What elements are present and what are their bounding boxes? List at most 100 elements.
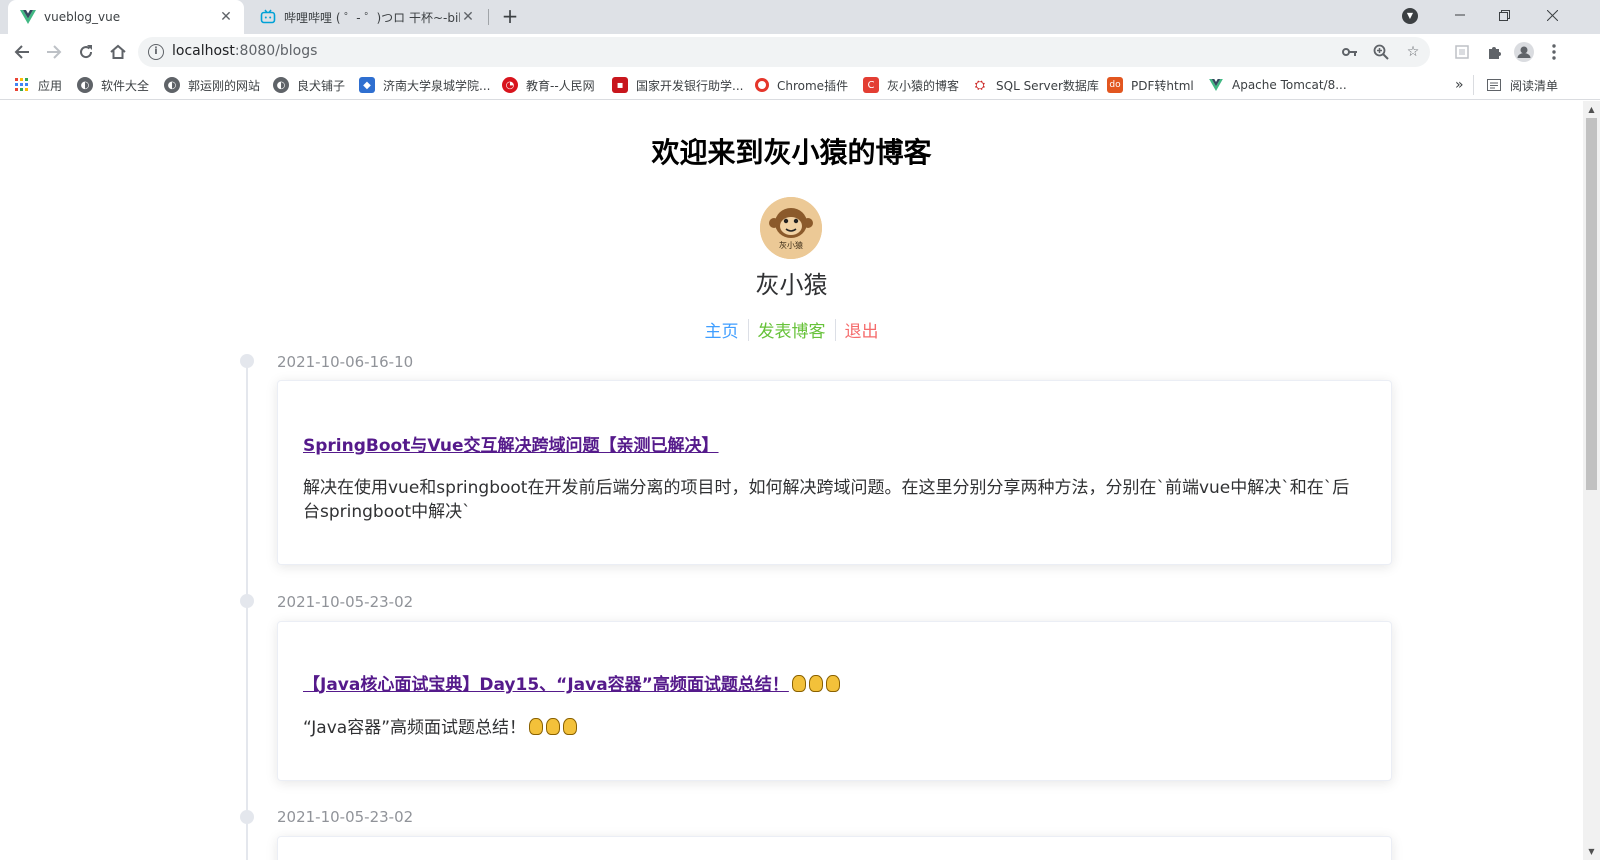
fist-emoji-icon — [808, 675, 823, 692]
bookmark-label: 教育--人民网 — [526, 78, 595, 93]
monkey-avatar-icon: 灰小猿 — [760, 197, 822, 259]
bookmark-label: PDF转html — [1131, 78, 1194, 93]
close-tab-icon[interactable]: ✕ — [218, 9, 234, 25]
restore-icon[interactable] — [1482, 0, 1526, 30]
apps-grid-icon — [14, 77, 30, 93]
tab-vueblog[interactable]: vueblog_vue ✕ — [8, 0, 244, 34]
new-tab-button[interactable]: + — [498, 5, 522, 29]
tab-search-icon[interactable]: ▼ — [1402, 8, 1418, 24]
bookmark-item[interactable]: Apache Tomcat/8... — [1208, 76, 1347, 94]
reading-list-icon — [1486, 77, 1502, 93]
zoom-icon[interactable] — [1372, 43, 1390, 61]
nav-logout-link[interactable]: 退出 — [836, 317, 888, 342]
blog-timestamp: 2021-10-05-23-02 — [277, 593, 414, 611]
tab-bilibili[interactable]: 哔哩哔哩 ( ゜- ゜)つロ 干杯~-bilibili ✕ — [252, 0, 484, 34]
bookmark-divider — [1473, 75, 1474, 95]
main-nav: 主页 发表博客 退出 — [0, 317, 1583, 342]
profile-avatar-icon[interactable] — [1510, 38, 1538, 66]
scroll-down-icon[interactable]: ▼ — [1583, 843, 1600, 860]
globe-icon: ◐ — [273, 77, 289, 93]
bookmarks-bar: 应用 ◐ 软件大全 ◐ 郭运刚的网站 ◐ 良犬铺子 ◆ 济南大学泉城学院... … — [0, 70, 1600, 100]
blog-title-link[interactable]: 【Java核心面试宝典】Day15、“Java容器”高频面试题总结！ — [303, 670, 840, 695]
globe-icon: ◐ — [77, 77, 93, 93]
school-icon: ◆ — [359, 77, 375, 93]
address-bar[interactable]: i localhost:8080/blogs ☆ — [138, 37, 1430, 67]
fist-emoji-icon — [825, 675, 840, 692]
chrome-icon — [755, 78, 769, 92]
bilibili-logo-icon — [260, 9, 276, 25]
bookmark-star-icon[interactable]: ☆ — [1404, 43, 1422, 61]
home-icon[interactable] — [104, 38, 132, 66]
bookmark-item[interactable]: ⛭ SQL Server数据库 — [972, 76, 1099, 94]
vue-icon — [1208, 77, 1224, 93]
bookmark-label: 应用 — [38, 78, 63, 93]
fist-emoji-icon — [529, 718, 544, 735]
more-bookmarks-button[interactable]: » — [1455, 76, 1464, 94]
pdf-icon: do — [1107, 77, 1123, 93]
scroll-up-icon[interactable]: ▲ — [1583, 101, 1600, 118]
close-window-icon[interactable] — [1530, 0, 1574, 30]
bookmark-item[interactable]: C 灰小猿的博客 — [863, 76, 959, 94]
bookmark-item[interactable]: do PDF转html — [1107, 76, 1194, 94]
extension-icon[interactable] — [1448, 38, 1476, 66]
reading-list-button[interactable]: 阅读清单 — [1486, 76, 1558, 94]
timeline-dot — [240, 354, 254, 368]
avatar[interactable]: 灰小猿 — [760, 197, 822, 259]
blog-timestamp: 2021-10-05-23-02 — [277, 808, 414, 826]
extensions-puzzle-icon[interactable] — [1480, 38, 1508, 66]
tab-strip: vueblog_vue ✕ 哔哩哔哩 ( ゜- ゜)つロ 干杯~-bilibil… — [0, 0, 1600, 34]
bookmark-label: 灰小猿的博客 — [887, 78, 960, 93]
browser-toolbar: i localhost:8080/blogs ☆ — [0, 34, 1600, 70]
reload-icon[interactable] — [72, 38, 100, 66]
people-daily-icon: ◔ — [502, 77, 518, 93]
tab-separator — [488, 9, 489, 25]
nav-home-link[interactable]: 主页 — [696, 317, 748, 342]
timeline-dot — [240, 810, 254, 824]
blog-description: “Java容器”高频面试题总结！ — [303, 716, 1366, 740]
bookmark-apps[interactable]: 应用 — [14, 76, 62, 94]
minimize-icon[interactable] — [1438, 0, 1482, 30]
site-info-icon[interactable]: i — [148, 44, 164, 60]
menu-kebab-icon[interactable] — [1540, 38, 1568, 66]
blog-timestamp: 2021-10-06-16-10 — [277, 353, 414, 371]
bookmark-item[interactable]: ◐ 软件大全 — [77, 76, 149, 94]
bookmark-label: 郭运刚的网站 — [188, 78, 261, 93]
blog-card: 【Java核心面试宝典】Day15、“Java容器”高频面试题总结！ “Java… — [277, 621, 1392, 781]
blog-title-text: 【Java核心面试宝典】Day15、“Java容器”高频面试题总结！ — [303, 675, 789, 695]
blog-card: SpringBoot与Vue交互解决跨域问题【亲测已解决】 解决在使用vue和s… — [277, 380, 1392, 565]
bookmark-label: SQL Server数据库 — [996, 78, 1099, 93]
reading-list-label: 阅读清单 — [1510, 78, 1559, 93]
fist-emoji-icon — [546, 718, 561, 735]
page-viewport: 欢迎来到灰小猿的博客 灰小猿 灰小猿 主页 发表博客 退出 2021-10-06… — [0, 101, 1583, 860]
tab-title: vueblog_vue — [44, 10, 121, 24]
bookmark-item[interactable]: Chrome插件 — [755, 76, 848, 94]
bookmark-item[interactable]: ▪ 国家开发银行助学... — [612, 76, 743, 94]
url-path: :8080/blogs — [234, 43, 318, 59]
csdn-icon: C — [863, 77, 879, 93]
bookmark-item[interactable]: ◐ 郭运刚的网站 — [164, 76, 260, 94]
bookmark-item[interactable]: ◆ 济南大学泉城学院... — [359, 76, 490, 94]
forward-icon[interactable] — [40, 38, 68, 66]
nav-publish-link[interactable]: 发表博客 — [749, 317, 835, 342]
bookmark-label: 国家开发银行助学... — [636, 78, 744, 93]
blog-description-text: “Java容器”高频面试题总结！ — [303, 718, 527, 738]
sqlserver-icon: ⛭ — [972, 77, 988, 93]
url-host: localhost — [172, 43, 235, 59]
svg-text:灰小猿: 灰小猿 — [779, 240, 803, 250]
page-scrollbar[interactable]: ▲ ▼ — [1583, 101, 1600, 860]
fist-emoji-icon — [791, 675, 806, 692]
key-icon[interactable] — [1341, 43, 1359, 61]
tab-title: 哔哩哔哩 ( ゜- ゜)つロ 干杯~-bilibili — [284, 10, 460, 25]
close-tab-icon[interactable]: ✕ — [460, 9, 476, 25]
scrollbar-thumb[interactable] — [1586, 118, 1597, 490]
bank-icon: ▪ — [612, 77, 628, 93]
bookmark-item[interactable]: ◐ 良犬铺子 — [273, 76, 345, 94]
blog-title-link[interactable]: SpringBoot与Vue交互解决跨域问题【亲测已解决】 — [303, 431, 719, 456]
bookmark-label: 软件大全 — [101, 78, 150, 93]
bookmark-label: 良犬铺子 — [297, 78, 346, 93]
timeline-line — [246, 359, 248, 860]
page-title: 欢迎来到灰小猿的博客 — [651, 136, 932, 169]
bookmark-item[interactable]: ◔ 教育--人民网 — [502, 76, 595, 94]
url-text: localhost:8080/blogs — [172, 43, 317, 59]
back-icon[interactable] — [8, 38, 36, 66]
